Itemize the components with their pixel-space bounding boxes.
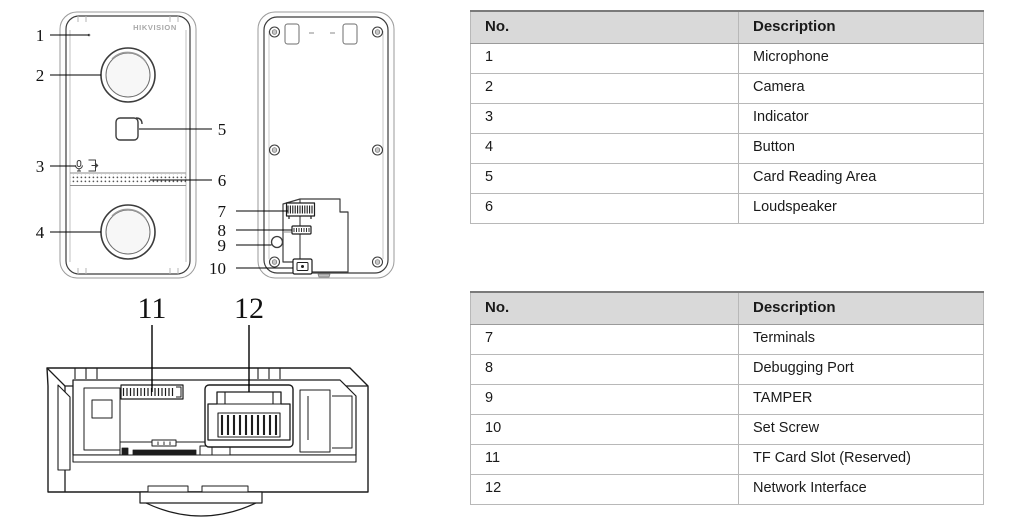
cell-no: 6 — [470, 192, 739, 224]
cell-desc: TAMPER — [738, 383, 984, 415]
call-button — [100, 204, 156, 260]
callout-12: 12 — [234, 292, 264, 325]
set-screw — [292, 258, 313, 275]
column-header-desc: Description — [738, 291, 984, 325]
camera-lens — [100, 47, 156, 103]
callout-3: 3 — [36, 157, 45, 176]
table-row: 3 Indicator — [470, 102, 984, 134]
cell-no: 9 — [470, 383, 739, 415]
callout-4: 4 — [36, 223, 45, 242]
table-row: 5 Card Reading Area — [470, 162, 984, 194]
cell-no: 1 — [470, 42, 739, 74]
callout-10: 10 — [209, 259, 226, 278]
cell-desc: Terminals — [738, 323, 984, 355]
column-header-desc: Description — [738, 10, 984, 44]
table-row: 6 Loudspeaker — [470, 192, 984, 224]
cell-no: 8 — [470, 353, 739, 385]
legend-table-front: No. Description 1 Microphone 2 Camera 3 … — [470, 10, 984, 224]
device-diagram-svg: HIKVISION 1 2 3 4 5 6 7 8 9 10 11 12 — [36, 11, 395, 517]
cell-desc: Button — [738, 132, 984, 164]
card-reading-area — [115, 117, 143, 141]
table-row: 2 Camera — [470, 72, 984, 104]
cell-desc: Card Reading Area — [738, 162, 984, 194]
cell-desc: TF Card Slot (Reserved) — [738, 443, 984, 475]
column-header-no: No. — [470, 291, 739, 325]
legend-table-rear-bottom: No. Description 7 Terminals 8 Debugging … — [470, 291, 984, 505]
cell-desc: Loudspeaker — [738, 192, 984, 224]
table-row: 4 Button — [470, 132, 984, 164]
cell-no: 12 — [470, 473, 739, 505]
cell-desc: Microphone — [738, 42, 984, 74]
cell-desc: Network Interface — [738, 473, 984, 505]
table-row: 12 Network Interface — [470, 473, 984, 505]
tamper-switch — [270, 235, 284, 249]
cell-no: 4 — [470, 132, 739, 164]
debugging-port — [291, 225, 312, 235]
cell-no: 7 — [470, 323, 739, 355]
table-row: 7 Terminals — [470, 323, 984, 355]
cell-no: 10 — [470, 413, 739, 445]
loudspeaker-grille — [70, 172, 186, 186]
bottom-view-body — [46, 367, 369, 517]
callout-5: 5 — [218, 120, 227, 139]
brand-logo: HIKVISION — [133, 23, 177, 32]
network-interface-rj45 — [204, 384, 294, 448]
cell-no: 5 — [470, 162, 739, 194]
table-row: 8 Debugging Port — [470, 353, 984, 385]
device-diagram-panel: HIKVISION 1 2 3 4 5 6 7 8 9 10 11 12 — [0, 0, 465, 532]
table-row: 9 TAMPER — [470, 383, 984, 415]
cell-desc: Indicator — [738, 102, 984, 134]
cell-no: 3 — [470, 102, 739, 134]
cell-no: 11 — [470, 443, 739, 475]
cell-desc: Set Screw — [738, 413, 984, 445]
table-row: 1 Microphone — [470, 42, 984, 74]
cell-desc: Camera — [738, 72, 984, 104]
callout-1: 1 — [36, 26, 45, 45]
callout-11: 11 — [138, 292, 167, 325]
column-header-no: No. — [470, 10, 739, 44]
callout-7: 7 — [218, 202, 227, 221]
table-header-row: No. Description — [470, 10, 984, 44]
cell-no: 2 — [470, 72, 739, 104]
callout-9: 9 — [218, 236, 227, 255]
cell-desc: Debugging Port — [738, 353, 984, 385]
callout-6: 6 — [218, 171, 227, 190]
rear-view-body — [257, 11, 395, 279]
table-row: 11 TF Card Slot (Reserved) — [470, 443, 984, 475]
table-header-row: No. Description — [470, 291, 984, 325]
table-row: 10 Set Screw — [470, 413, 984, 445]
callout-2: 2 — [36, 66, 45, 85]
